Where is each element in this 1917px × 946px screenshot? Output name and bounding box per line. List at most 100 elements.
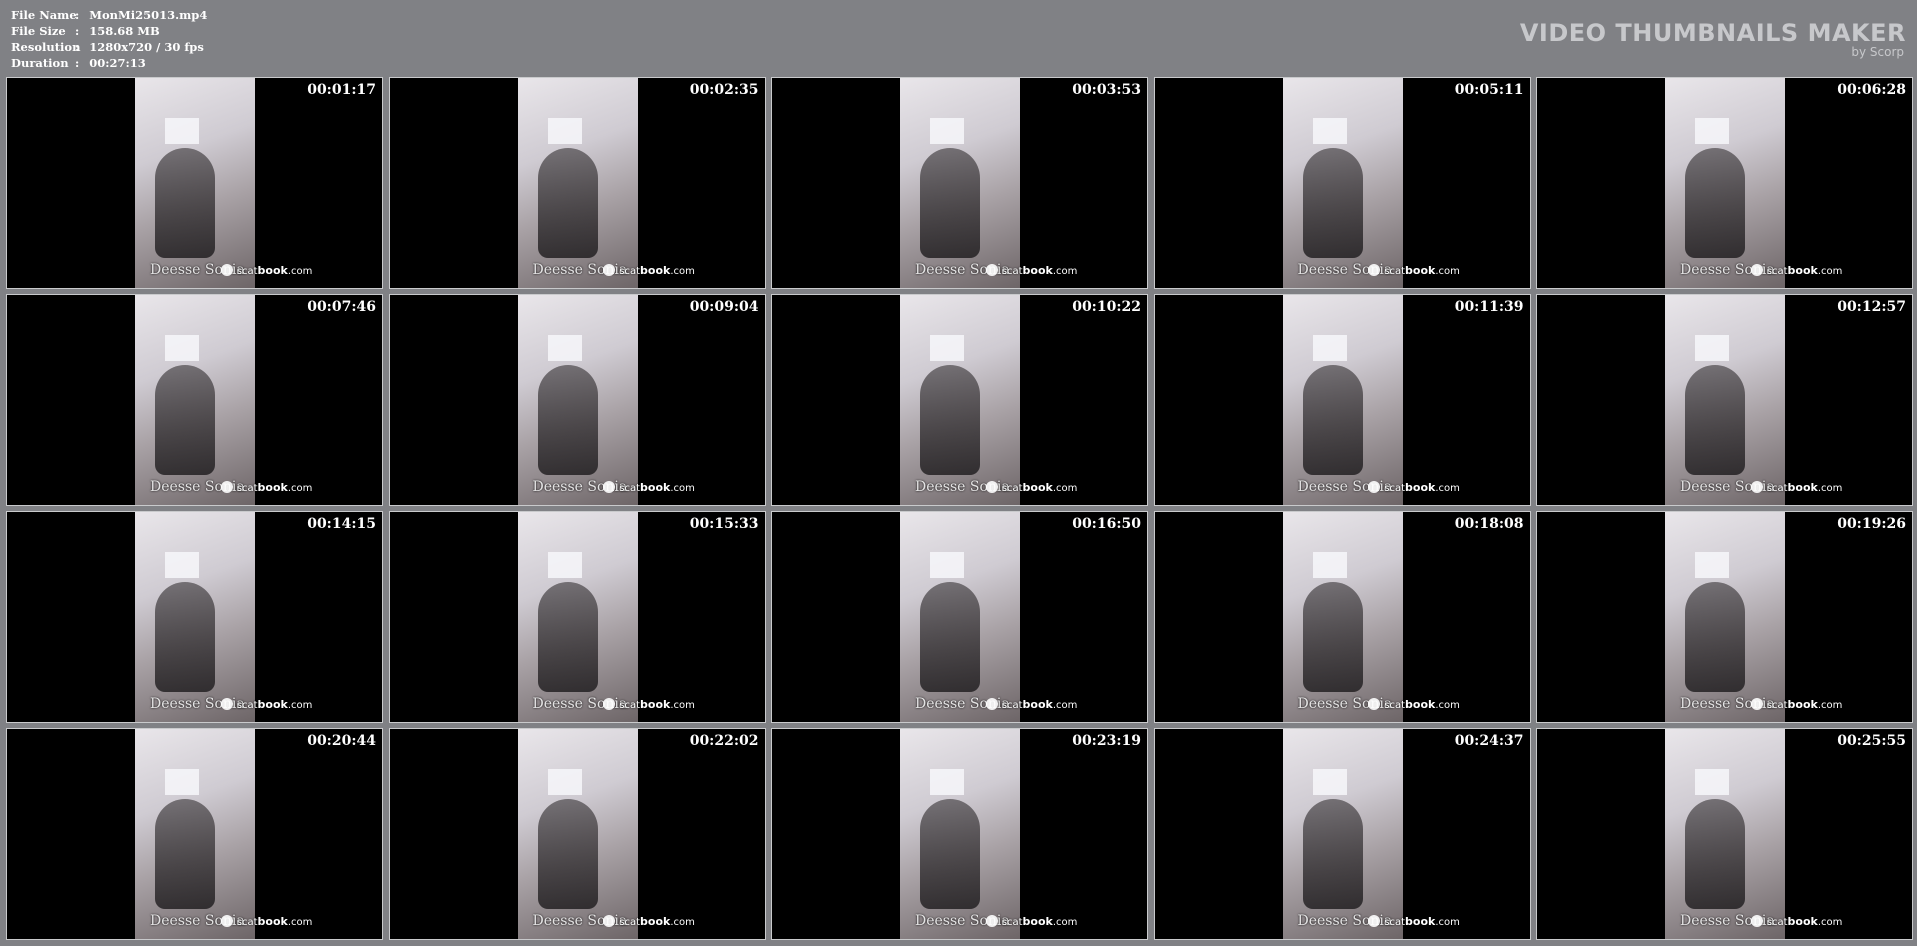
video-frame-image bbox=[900, 295, 1020, 505]
file-name-value: MonMi25013.mp4 bbox=[89, 8, 208, 22]
video-frame-image bbox=[1665, 512, 1785, 722]
thumbnail-timestamp: 00:02:35 bbox=[689, 82, 759, 98]
watermark-site-bold: book bbox=[1787, 914, 1818, 928]
watermark-site-prefix: scat bbox=[619, 265, 641, 277]
thumbnail-tile[interactable]: 00:10:22 Deesse Sonia scatbook.com bbox=[771, 294, 1148, 506]
thumbnail-tile[interactable]: 00:02:35 Deesse Sonia scatbook.com bbox=[388, 77, 766, 289]
watermark-site-bold: book bbox=[640, 914, 671, 928]
frame-detail bbox=[547, 552, 582, 578]
watermark-site-prefix: scat bbox=[1001, 699, 1023, 711]
watermark-logo-icon bbox=[220, 915, 233, 927]
watermark-site-suffix: .com bbox=[287, 482, 313, 494]
thumbnail-timestamp: 00:05:11 bbox=[1454, 82, 1524, 98]
thumbnail-tile[interactable]: 00:18:08 Deesse Sonia scatbook.com bbox=[1153, 511, 1531, 723]
thumbnail-tile[interactable]: 00:11:39 Deesse Sonia scatbook.com bbox=[1153, 294, 1531, 506]
file-info-panel: File Name : MonMi25013.mp4 File Size : 1… bbox=[11, 7, 207, 71]
watermark-site: scatbook.com bbox=[619, 915, 695, 928]
watermark-site-prefix: scat bbox=[1766, 916, 1788, 928]
video-frame-image bbox=[135, 295, 255, 505]
thumbnail-tile[interactable]: 00:06:28 Deesse Sonia scatbook.com bbox=[1536, 77, 1913, 289]
watermark-site-prefix: scat bbox=[619, 482, 641, 494]
video-frame-image bbox=[1665, 729, 1785, 939]
watermark-site: scatbook.com bbox=[1002, 264, 1078, 277]
watermark-site-prefix: scat bbox=[236, 265, 258, 277]
frame-detail bbox=[920, 148, 980, 258]
watermark: Deesse Sonia scatbook.com bbox=[150, 262, 312, 278]
watermark-site-suffix: .com bbox=[1052, 916, 1078, 928]
watermark-site-suffix: .com bbox=[670, 482, 695, 494]
resolution-row: Resolution : 1280x720 / 30 fps bbox=[11, 39, 207, 55]
watermark-site-bold: book bbox=[1022, 480, 1053, 494]
frame-detail bbox=[1302, 365, 1363, 475]
watermark-site-suffix: .com bbox=[1817, 265, 1843, 277]
video-frame-image bbox=[1282, 729, 1403, 939]
watermark-logo-icon bbox=[985, 698, 998, 710]
duration-row: Duration : 00:27:13 bbox=[11, 55, 207, 71]
video-frame-image bbox=[900, 78, 1020, 288]
watermark-site: scatbook.com bbox=[1002, 915, 1078, 928]
thumbnail-tile[interactable]: 00:14:15 Deesse Sonia scatbook.com bbox=[6, 511, 383, 723]
watermark-logo-icon bbox=[1750, 915, 1763, 927]
resolution-label: Resolution bbox=[11, 40, 81, 54]
thumbnail-tile[interactable]: 00:09:04 Deesse Sonia scatbook.com bbox=[388, 294, 766, 506]
watermark-site-bold: book bbox=[1787, 263, 1818, 277]
watermark: Deesse Sonia scatbook.com bbox=[533, 262, 695, 278]
frame-detail bbox=[165, 118, 199, 144]
watermark-site-bold: book bbox=[1022, 263, 1053, 277]
thumbnail-timestamp: 00:11:39 bbox=[1454, 299, 1524, 315]
frame-detail bbox=[930, 118, 964, 144]
frame-detail bbox=[155, 582, 215, 692]
thumbnail-timestamp: 00:16:50 bbox=[1072, 516, 1141, 532]
video-frame-image bbox=[517, 78, 638, 288]
thumbnail-tile[interactable]: 00:20:44 Deesse Sonia scatbook.com bbox=[6, 728, 383, 940]
resolution-value: 1280x720 / 30 fps bbox=[89, 40, 204, 54]
watermark-logo-icon bbox=[220, 481, 233, 493]
thumbnail-timestamp: 00:03:53 bbox=[1072, 82, 1141, 98]
thumbnail-tile[interactable]: 00:01:17 Deesse Sonia scatbook.com bbox=[6, 77, 383, 289]
watermark-site-prefix: scat bbox=[1384, 916, 1406, 928]
watermark-site-suffix: .com bbox=[1435, 916, 1460, 928]
watermark-site: scatbook.com bbox=[1384, 481, 1460, 494]
thumbnail-tile[interactable]: 00:12:57 Deesse Sonia scatbook.com bbox=[1536, 294, 1913, 506]
thumbnail-tile[interactable]: 00:22:02 Deesse Sonia scatbook.com bbox=[388, 728, 766, 940]
video-frame-image bbox=[135, 78, 255, 288]
watermark-logo-icon bbox=[985, 481, 998, 493]
watermark-site: scatbook.com bbox=[1767, 481, 1843, 494]
thumbnail-tile[interactable]: 00:05:11 Deesse Sonia scatbook.com bbox=[1153, 77, 1531, 289]
thumbnail-tile[interactable]: 00:23:19 Deesse Sonia scatbook.com bbox=[771, 728, 1148, 940]
thumbnail-tile[interactable]: 00:16:50 Deesse Sonia scatbook.com bbox=[771, 511, 1148, 723]
thumbnail-timestamp: 00:24:37 bbox=[1454, 733, 1524, 749]
frame-detail bbox=[1312, 552, 1347, 578]
frame-detail bbox=[537, 799, 598, 909]
watermark-site-prefix: scat bbox=[619, 699, 641, 711]
watermark-site-bold: book bbox=[1405, 697, 1436, 711]
frame-detail bbox=[537, 582, 598, 692]
sheet-header: File Name : MonMi25013.mp4 File Size : 1… bbox=[0, 0, 1917, 77]
watermark-site-suffix: .com bbox=[1052, 265, 1078, 277]
video-frame-image bbox=[517, 729, 638, 939]
separator: : bbox=[75, 40, 80, 54]
separator: : bbox=[75, 8, 80, 22]
watermark-site: scatbook.com bbox=[237, 264, 313, 277]
watermark: Deesse Sonia scatbook.com bbox=[533, 479, 695, 495]
watermark-site: scatbook.com bbox=[1002, 481, 1078, 494]
frame-detail bbox=[930, 335, 964, 361]
frame-detail bbox=[1695, 118, 1729, 144]
watermark: Deesse Sonia scatbook.com bbox=[1298, 696, 1460, 712]
file-name-label: File Name bbox=[11, 8, 77, 22]
thumbnail-tile[interactable]: 00:07:46 Deesse Sonia scatbook.com bbox=[6, 294, 383, 506]
frame-detail bbox=[1685, 365, 1745, 475]
frame-detail bbox=[1695, 335, 1729, 361]
thumbnail-timestamp: 00:09:04 bbox=[689, 299, 759, 315]
thumbnail-timestamp: 00:22:02 bbox=[689, 733, 759, 749]
thumbnail-tile[interactable]: 00:15:33 Deesse Sonia scatbook.com bbox=[388, 511, 766, 723]
thumbnail-tile[interactable]: 00:19:26 Deesse Sonia scatbook.com bbox=[1536, 511, 1913, 723]
watermark-site-suffix: .com bbox=[1435, 482, 1460, 494]
watermark-site-bold: book bbox=[1022, 697, 1053, 711]
thumbnail-tile[interactable]: 00:24:37 Deesse Sonia scatbook.com bbox=[1153, 728, 1531, 940]
watermark: Deesse Sonia scatbook.com bbox=[1680, 696, 1842, 712]
watermark: Deesse Sonia scatbook.com bbox=[915, 696, 1077, 712]
thumbnail-tile[interactable]: 00:25:55 Deesse Sonia scatbook.com bbox=[1536, 728, 1913, 940]
thumbnail-tile[interactable]: 00:03:53 Deesse Sonia scatbook.com bbox=[771, 77, 1148, 289]
watermark: Deesse Sonia scatbook.com bbox=[915, 913, 1077, 929]
